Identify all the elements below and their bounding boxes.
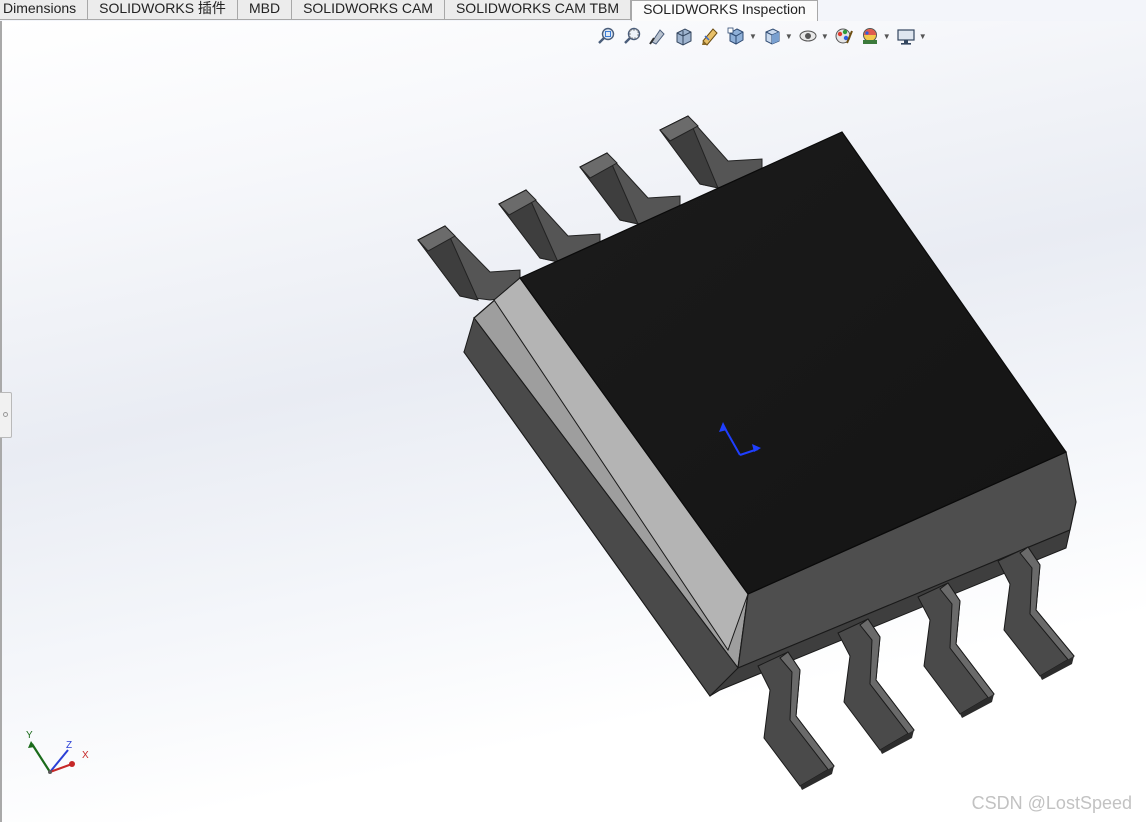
section-view-icon[interactable] (673, 25, 695, 47)
triad-z-label: Z (66, 740, 72, 751)
command-manager-tabs: Dimensions SOLIDWORKS 插件 MBD SOLIDWORKS … (0, 0, 818, 21)
triad-x-label: X (82, 750, 89, 761)
package-body[interactable] (463, 131, 1077, 697)
tab-mbd[interactable]: MBD (237, 0, 293, 20)
soic8-ic-model[interactable] (0, 21, 1146, 822)
graphics-viewport[interactable] (0, 21, 1146, 822)
previous-view-icon[interactable] (647, 25, 669, 47)
zoom-to-area-icon[interactable] (621, 25, 643, 47)
dynamic-annotation-icon[interactable] (699, 25, 721, 47)
heads-up-view-toolbar: ▼ ▼ ▼ ▼ ▼ (595, 25, 931, 47)
edit-appearance-icon[interactable] (833, 25, 855, 47)
tab-solidworks-addins[interactable]: SOLIDWORKS 插件 (88, 0, 238, 20)
zoom-to-fit-icon[interactable] (595, 25, 617, 47)
pin-6 (837, 618, 915, 754)
display-style-icon[interactable] (761, 25, 783, 47)
pin-8 (997, 546, 1075, 680)
tab-dimensions[interactable]: Dimensions (0, 0, 89, 20)
pin-5 (757, 651, 835, 790)
view-settings-icon[interactable] (895, 25, 917, 47)
triad-y-label: Y (26, 730, 33, 741)
view-settings-dropdown-icon[interactable]: ▼ (919, 32, 927, 41)
hide-show-items-icon[interactable] (797, 25, 819, 47)
watermark-text: CSDN @LostSpeed (971, 793, 1132, 813)
view-orientation-icon[interactable] (725, 25, 747, 47)
handle-dot-icon (3, 412, 8, 417)
view-orientation-dropdown-icon[interactable]: ▼ (749, 32, 757, 41)
tab-solidworks-cam[interactable]: SOLIDWORKS CAM (292, 0, 445, 20)
hide-show-dropdown-icon[interactable]: ▼ (821, 32, 829, 41)
panel-collapse-handle[interactable] (0, 392, 12, 438)
display-style-dropdown-icon[interactable]: ▼ (785, 32, 793, 41)
tab-solidworks-inspection[interactable]: SOLIDWORKS Inspection (631, 0, 818, 21)
tab-solidworks-cam-tbm[interactable]: SOLIDWORKS CAM TBM (444, 0, 632, 20)
apply-scene-dropdown-icon[interactable]: ▼ (883, 32, 891, 41)
reference-triad[interactable]: Y Z X (22, 726, 98, 780)
pin-7 (917, 582, 995, 718)
pin-1 (417, 225, 521, 301)
apply-scene-icon[interactable] (859, 25, 881, 47)
